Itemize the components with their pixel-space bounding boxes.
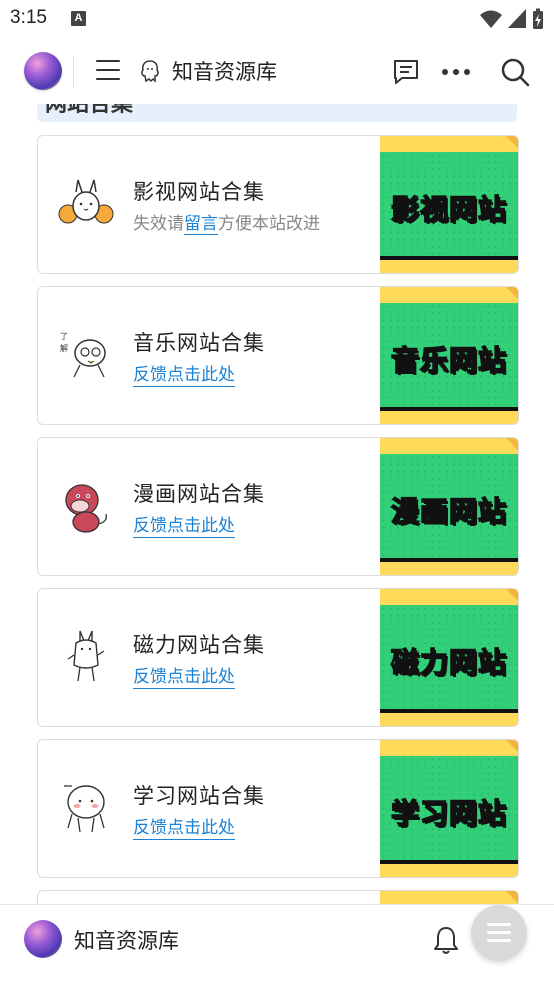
card-banner[interactable]: 漫画网站 xyxy=(380,438,518,575)
cat-understand-sticker-icon: 了 解 xyxy=(60,332,106,378)
card-subtitle-prefix: 失效请 xyxy=(133,214,184,234)
svg-text:解: 解 xyxy=(60,343,68,353)
resource-list[interactable]: 网站合集 影视网站合集 失效请留言方便本站改进 影视网站 了 解 音乐网站合集 … xyxy=(0,104,554,904)
card-banner[interactable] xyxy=(380,891,518,904)
wifi-icon xyxy=(480,10,502,28)
red-dinosaur-sticker-icon xyxy=(65,484,107,533)
resource-card-partial[interactable] xyxy=(37,890,519,904)
banner-text: 学习网站 xyxy=(390,796,507,831)
bottom-bar: 知音资源库 xyxy=(0,904,554,987)
site-logo[interactable] xyxy=(24,52,62,90)
hamburger-menu-icon[interactable] xyxy=(96,60,120,82)
card-title[interactable]: 漫画网站合集 xyxy=(133,478,265,508)
bunny-sticker-icon xyxy=(67,630,105,682)
site-logo[interactable] xyxy=(24,920,62,958)
card-title[interactable]: 学习网站合集 xyxy=(133,780,265,810)
feedback-link[interactable]: 反馈点击此处 xyxy=(133,662,235,689)
message-link[interactable]: 留言 xyxy=(184,214,218,235)
card-banner[interactable]: 学习网站 xyxy=(380,740,518,877)
feedback-link[interactable]: 反馈点击此处 xyxy=(133,511,235,538)
banner-text: 音乐网站 xyxy=(390,343,507,378)
card-banner[interactable]: 磁力网站 xyxy=(380,589,518,726)
status-bar: 3:15 A xyxy=(0,0,554,38)
status-indicators xyxy=(480,8,544,30)
notification-a-icon: A xyxy=(71,11,86,26)
battery-icon xyxy=(533,8,543,29)
resource-card-comics[interactable]: 漫画网站合集 反馈点击此处 漫画网站 xyxy=(37,437,519,576)
message-icon[interactable] xyxy=(392,58,420,86)
card-title[interactable]: 影视网站合集 xyxy=(133,176,265,206)
svg-text:了: 了 xyxy=(60,332,68,341)
app-header: 知音资源库 xyxy=(0,38,554,105)
card-title[interactable]: 磁力网站合集 xyxy=(133,629,265,659)
status-time: 3:15 xyxy=(10,7,47,28)
site-mascot-icon xyxy=(141,60,159,83)
feedback-link[interactable]: 反馈点击此处 xyxy=(133,813,235,840)
more-options-icon[interactable] xyxy=(442,69,470,75)
card-banner[interactable]: 音乐网站 xyxy=(380,287,518,424)
blushing-ghost-sticker-icon xyxy=(64,785,105,833)
card-subtitle-suffix: 方便本站改进 xyxy=(218,214,320,234)
bunny-pompom-sticker-icon xyxy=(58,179,114,224)
section-heading: 网站合集 xyxy=(45,104,134,117)
resource-card-magnet[interactable]: 磁力网站合集 反馈点击此处 磁力网站 xyxy=(37,588,519,727)
resource-card-learning[interactable]: 学习网站合集 反馈点击此处 学习网站 xyxy=(37,739,519,878)
banner-text: 磁力网站 xyxy=(390,645,507,680)
bell-icon[interactable] xyxy=(432,925,460,955)
search-icon[interactable] xyxy=(500,57,530,87)
card-banner[interactable]: 影视网站 xyxy=(380,136,518,273)
site-title[interactable]: 知音资源库 xyxy=(172,56,277,86)
banner-text: 影视网站 xyxy=(390,192,507,227)
signal-icon xyxy=(508,9,526,28)
site-title[interactable]: 知音资源库 xyxy=(74,925,179,955)
card-title[interactable]: 音乐网站合集 xyxy=(133,327,265,357)
banner-text: 漫画网站 xyxy=(390,494,507,529)
feedback-link[interactable]: 反馈点击此处 xyxy=(133,360,235,387)
floating-menu-button[interactable] xyxy=(471,905,527,961)
card-subtitle: 失效请留言方便本站改进 xyxy=(133,209,320,235)
resource-card-movies[interactable]: 影视网站合集 失效请留言方便本站改进 影视网站 xyxy=(37,135,519,274)
header-divider xyxy=(73,56,74,88)
resource-card-music[interactable]: 了 解 音乐网站合集 反馈点击此处 音乐网站 xyxy=(37,286,519,425)
section-header: 网站合集 xyxy=(37,104,517,122)
